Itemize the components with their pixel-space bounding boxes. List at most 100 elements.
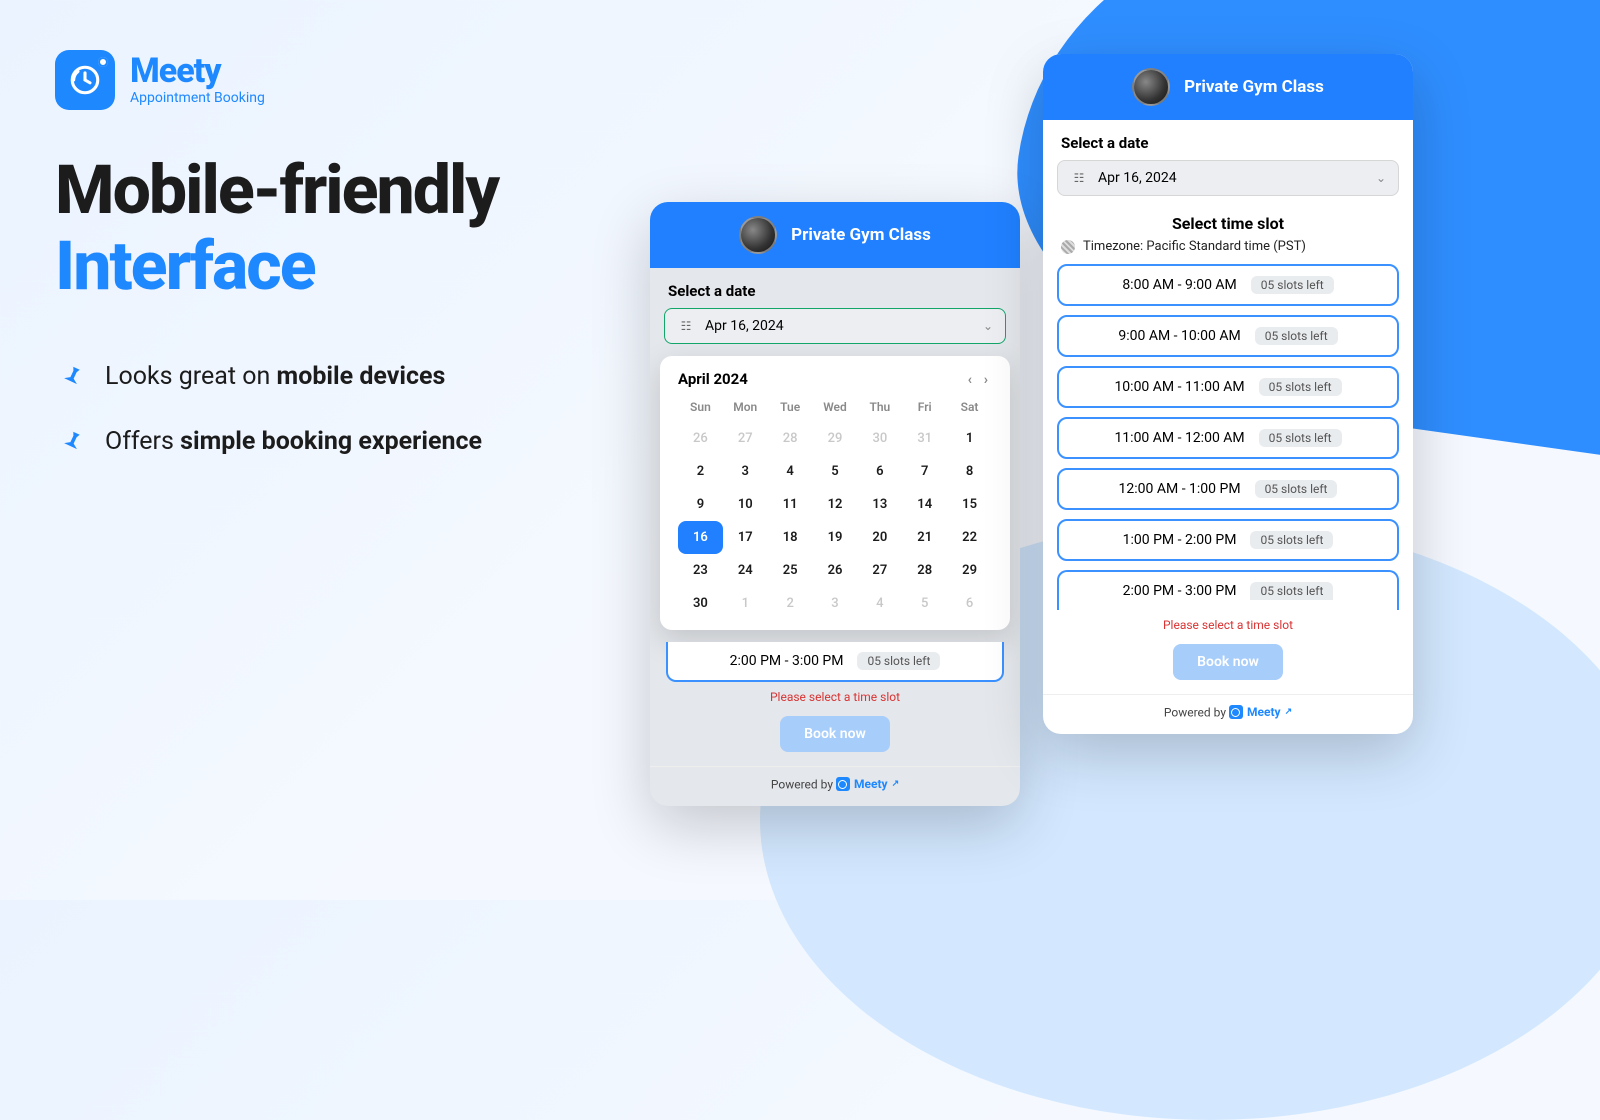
calendar-day[interactable]: 28 bbox=[902, 554, 947, 587]
calendar-day[interactable]: 23 bbox=[678, 554, 723, 587]
chevron-down-icon: ⌄ bbox=[983, 319, 993, 333]
slots-left-badge: 05 slots left bbox=[1250, 582, 1333, 600]
select-timeslot-heading: Select time slot bbox=[1043, 208, 1413, 239]
calendar-date-grid: 2627282930311234567891011121314151617181… bbox=[678, 422, 992, 620]
timeslot-row[interactable]: 12:00 AM - 1:00 PM05 slots left bbox=[1057, 468, 1399, 510]
globe-icon bbox=[1061, 240, 1075, 254]
calendar-next-button[interactable]: › bbox=[980, 372, 992, 388]
powered-logo[interactable]: Meety↗ bbox=[836, 777, 899, 791]
calendar-weekday: Sat bbox=[947, 396, 992, 422]
calendar-day[interactable]: 26 bbox=[813, 554, 858, 587]
pin-icon bbox=[55, 361, 85, 391]
calendar-weekday: Fri bbox=[902, 396, 947, 422]
calendar-weekday: Wed bbox=[813, 396, 858, 422]
timeslot-row[interactable]: 9:00 AM - 10:00 AM05 slots left bbox=[1057, 315, 1399, 357]
timeslot-range: 1:00 PM - 2:00 PM bbox=[1123, 532, 1237, 548]
mobile-preview-calendar: Private Gym Class Select a date ☷ Apr 16… bbox=[650, 202, 1020, 806]
calendar-day[interactable]: 6 bbox=[857, 455, 902, 488]
brand-logo-icon bbox=[55, 50, 115, 110]
calendar-day[interactable]: 24 bbox=[723, 554, 768, 587]
calendar-day[interactable]: 20 bbox=[857, 521, 902, 554]
calendar-day[interactable]: 16 bbox=[678, 521, 723, 554]
feature-bullet-1: Looks great on mobile devices bbox=[55, 361, 625, 391]
calendar-day: 1 bbox=[723, 587, 768, 620]
timezone-row: Timezone: Pacific Standard time (PST) bbox=[1043, 239, 1413, 264]
calendar-day[interactable]: 22 bbox=[947, 521, 992, 554]
pin-icon bbox=[55, 426, 85, 456]
calendar-day[interactable]: 29 bbox=[947, 554, 992, 587]
slots-left-badge: 05 slots left bbox=[1259, 429, 1342, 447]
calendar-day[interactable]: 14 bbox=[902, 488, 947, 521]
timeslot-row[interactable]: 11:00 AM - 12:00 AM 05 slots left bbox=[1057, 417, 1399, 459]
brand-name: Meety bbox=[130, 54, 265, 88]
select-slot-warning: Please select a time slot bbox=[650, 682, 1020, 712]
hero-heading-line1: Mobile-friendly bbox=[55, 155, 625, 226]
select-date-label: Select a date bbox=[650, 268, 1020, 308]
date-picker-field[interactable]: ☷ Apr 16, 2024 ⌄ bbox=[1057, 160, 1399, 196]
book-now-button[interactable]: Book now bbox=[1173, 644, 1283, 680]
chevron-down-icon: ⌄ bbox=[1376, 171, 1386, 185]
calendar-day: 31 bbox=[902, 422, 947, 455]
slots-left-badge: 05 slots left bbox=[1259, 378, 1342, 396]
calendar-day: 30 bbox=[857, 422, 902, 455]
calendar-day[interactable]: 18 bbox=[768, 521, 813, 554]
slots-left-badge: 05 slots left bbox=[1255, 480, 1338, 498]
timezone-label: Timezone: Pacific Standard time (PST) bbox=[1083, 239, 1306, 254]
timeslot-range: 11:00 AM - 12:00 AM bbox=[1114, 430, 1244, 446]
calendar-icon: ☷ bbox=[677, 317, 695, 335]
timeslot-row[interactable]: 8:00 AM - 9:00 AM05 slots left bbox=[1057, 264, 1399, 306]
selected-date: Apr 16, 2024 bbox=[1098, 170, 1177, 186]
calendar-prev-button[interactable]: ‹ bbox=[964, 372, 976, 388]
calendar-day[interactable]: 1 bbox=[947, 422, 992, 455]
timeslot-row-peek[interactable]: 2:00 PM - 3:00 PM 05 slots left bbox=[666, 642, 1004, 682]
select-date-label: Select a date bbox=[1043, 120, 1413, 160]
calendar-day[interactable]: 21 bbox=[902, 521, 947, 554]
class-avatar bbox=[1132, 68, 1170, 106]
calendar-day[interactable]: 17 bbox=[723, 521, 768, 554]
class-title: Private Gym Class bbox=[791, 225, 931, 245]
calendar-day: 4 bbox=[857, 587, 902, 620]
calendar-day[interactable]: 12 bbox=[813, 488, 858, 521]
calendar-day[interactable]: 27 bbox=[857, 554, 902, 587]
calendar-day[interactable]: 15 bbox=[947, 488, 992, 521]
calendar-weekday: Mon bbox=[723, 396, 768, 422]
mobile-preview-timeslots: Private Gym Class Select a date ☷ Apr 16… bbox=[1043, 54, 1413, 734]
powered-by-footer: Powered by Meety↗ bbox=[1043, 694, 1413, 734]
calendar-popover: April 2024 ‹ › SunMonTueWedThuFriSat 262… bbox=[660, 356, 1010, 630]
timeslot-row[interactable]: 10:00 AM - 11:00 AM 05 slots left bbox=[1057, 366, 1399, 408]
calendar-day[interactable]: 9 bbox=[678, 488, 723, 521]
calendar-day[interactable]: 3 bbox=[723, 455, 768, 488]
calendar-day[interactable]: 7 bbox=[902, 455, 947, 488]
timeslot-list: 8:00 AM - 9:00 AM05 slots left9:00 AM - … bbox=[1043, 264, 1413, 610]
timeslot-range: 8:00 AM - 9:00 AM bbox=[1122, 277, 1236, 293]
calendar-day[interactable]: 30 bbox=[678, 587, 723, 620]
calendar-day[interactable]: 2 bbox=[678, 455, 723, 488]
calendar-day[interactable]: 4 bbox=[768, 455, 813, 488]
hero-heading-line2: Interface bbox=[55, 226, 625, 306]
calendar-day[interactable]: 19 bbox=[813, 521, 858, 554]
timeslot-range: 2:00 PM - 3:00 PM bbox=[1123, 583, 1237, 599]
calendar-day: 26 bbox=[678, 422, 723, 455]
timeslot-range: 10:00 AM - 11:00 AM bbox=[1114, 379, 1244, 395]
calendar-day[interactable]: 25 bbox=[768, 554, 813, 587]
calendar-day: 5 bbox=[902, 587, 947, 620]
calendar-day[interactable]: 13 bbox=[857, 488, 902, 521]
brand-tagline: Appointment Booking bbox=[130, 90, 265, 106]
calendar-day[interactable]: 11 bbox=[768, 488, 813, 521]
calendar-month-label: April 2024 bbox=[678, 370, 748, 388]
timeslot-range: 2:00 PM - 3:00 PM bbox=[730, 653, 844, 669]
powered-logo[interactable]: Meety↗ bbox=[1229, 705, 1292, 719]
class-avatar bbox=[739, 216, 777, 254]
book-now-button[interactable]: Book now bbox=[780, 716, 890, 752]
calendar-day[interactable]: 10 bbox=[723, 488, 768, 521]
slots-left-badge: 05 slots left bbox=[857, 652, 940, 670]
timeslot-row[interactable]: 1:00 PM - 2:00 PM 05 slots left bbox=[1057, 519, 1399, 561]
calendar-day[interactable]: 5 bbox=[813, 455, 858, 488]
powered-by-footer: Powered by Meety↗ bbox=[650, 766, 1020, 806]
slots-left-badge: 05 slots left bbox=[1250, 531, 1333, 549]
date-picker-field[interactable]: ☷ Apr 16, 2024 ⌄ bbox=[664, 308, 1006, 344]
timeslot-row[interactable]: 2:00 PM - 3:00 PM 05 slots left bbox=[1057, 570, 1399, 610]
calendar-day[interactable]: 8 bbox=[947, 455, 992, 488]
calendar-day: 2 bbox=[768, 587, 813, 620]
slots-left-badge: 05 slots left bbox=[1255, 327, 1338, 345]
